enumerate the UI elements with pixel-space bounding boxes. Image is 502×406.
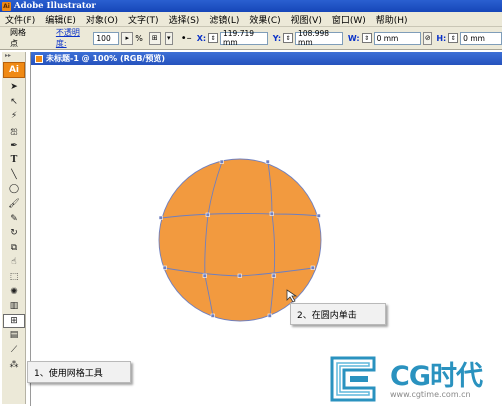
mesh-point (310, 265, 315, 270)
mesh-point (237, 273, 242, 278)
mesh-point (205, 212, 210, 217)
mesh-point (267, 313, 272, 318)
watermark-brand: CG时代 (390, 361, 483, 392)
mesh-point (265, 159, 270, 164)
mesh-point (210, 313, 215, 318)
mesh-point (219, 159, 224, 164)
mesh-point (269, 211, 274, 216)
mesh-point (316, 213, 321, 218)
watermark-url: www.cgtime.com.cn (390, 390, 471, 399)
mesh-point (271, 273, 276, 278)
mesh-circle[interactable] (158, 158, 322, 322)
callout-step-2: 2、在圆内单击 (290, 303, 386, 325)
mesh-point (162, 265, 167, 270)
cgtime-logo-icon (330, 356, 376, 402)
mesh-point (158, 215, 163, 220)
artboard-canvas[interactable] (0, 0, 502, 406)
callout-step-1: 1、使用网格工具 (27, 361, 131, 383)
mesh-point (202, 273, 207, 278)
watermark: CG时代 www.cgtime.com.cn (328, 352, 502, 406)
